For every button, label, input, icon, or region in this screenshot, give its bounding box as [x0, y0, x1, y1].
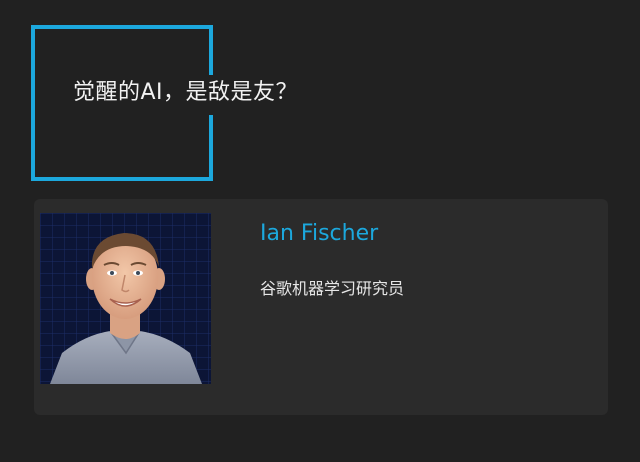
frame-top-edge	[31, 25, 213, 29]
frame-right-lower-edge	[209, 115, 213, 181]
page: 觉醒的AI，是敌是友？ Ian Fischer 谷歌机器学习研究员	[0, 0, 640, 462]
frame-right-upper-edge	[209, 25, 213, 75]
speaker-title: 谷歌机器学习研究员	[260, 279, 405, 298]
frame-left-edge	[31, 25, 35, 181]
frame-bottom-edge	[31, 177, 213, 181]
speaker-name[interactable]: Ian Fischer	[260, 221, 378, 246]
speaker-portrait-image	[40, 213, 211, 384]
speaker-avatar	[40, 213, 211, 384]
speaker-card[interactable]: Ian Fischer 谷歌机器学习研究员	[34, 199, 608, 415]
page-title: 觉醒的AI，是敌是友？	[73, 80, 299, 105]
